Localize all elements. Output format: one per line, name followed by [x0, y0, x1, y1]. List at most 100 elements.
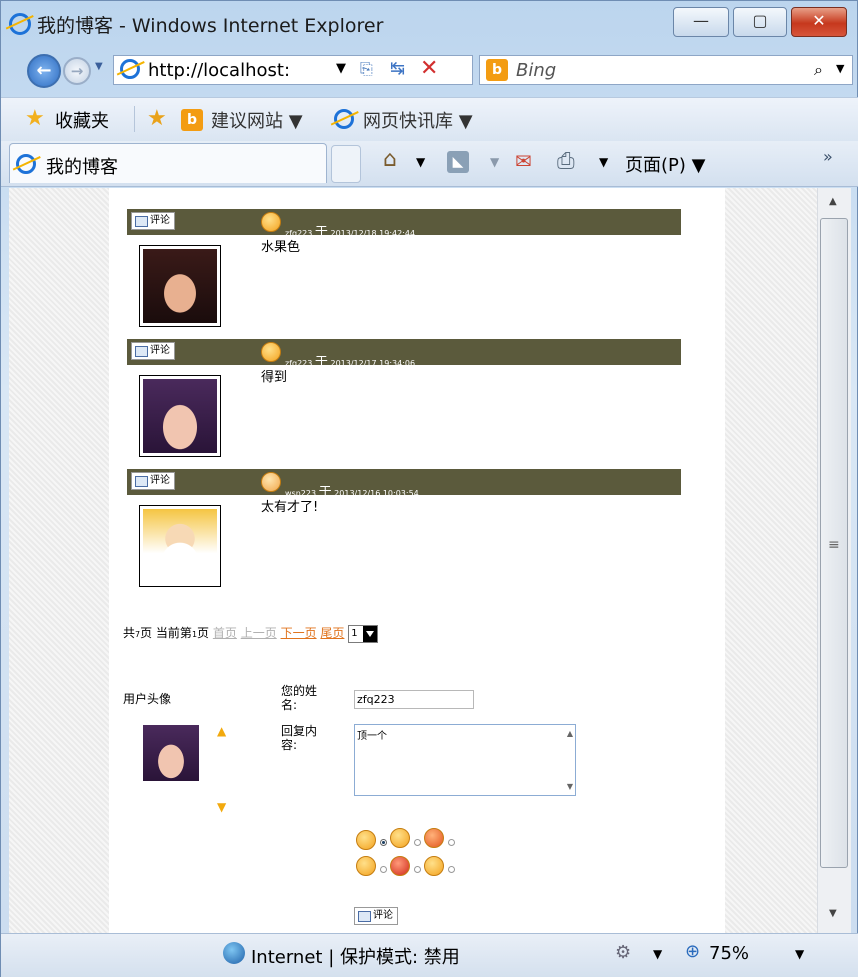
pager-prefix: 共 [123, 626, 136, 640]
more-tools-icon[interactable]: » [823, 147, 833, 166]
refresh-icon[interactable]: ↹ [390, 58, 405, 79]
content-textarea[interactable]: 顶一个 ▲ ▼ [354, 724, 576, 796]
favorites-button[interactable]: 收藏夹 [55, 107, 109, 133]
address-dropdown-icon[interactable]: ▼ [336, 61, 346, 76]
feeds-dropdown-icon[interactable]: ▼ [490, 155, 499, 169]
avatar-next-arrow-icon[interactable]: ▼ [217, 800, 226, 814]
page-select[interactable]: 1 [348, 624, 379, 643]
address-input[interactable]: http://localhost: [148, 60, 290, 81]
home-dropdown-icon[interactable]: ▼ [416, 155, 425, 169]
emoticon-radio[interactable] [414, 839, 421, 846]
stop-icon[interactable]: ✕ [420, 56, 438, 81]
comment-text: 水果色 [261, 240, 301, 255]
emoticon-option-icon[interactable] [356, 856, 376, 876]
close-button[interactable]: ✕ [791, 7, 847, 37]
favorites-star-icon: ★ [25, 106, 45, 131]
textarea-scroll-up-icon[interactable]: ▲ [567, 729, 573, 738]
zoom-level[interactable]: 75% [709, 943, 749, 964]
zoom-dropdown-icon[interactable]: ▼ [795, 947, 804, 961]
emoticon-radio[interactable] [414, 866, 421, 873]
comment-avatar [139, 245, 221, 327]
scroll-down-icon[interactable]: ▼ [829, 908, 837, 919]
compatibility-view-icon[interactable]: ⎘ [360, 59, 373, 79]
comment-avatar [139, 505, 221, 587]
pager-next-link[interactable]: 下一页 [281, 626, 317, 640]
pager-mid: 页 当前第 [140, 626, 192, 640]
vertical-scrollbar[interactable]: ▲ ≡ ▼ [817, 188, 851, 933]
pager-prev-link[interactable]: 上一页 [241, 626, 277, 640]
address-bar[interactable]: http://localhost: ▼ ⎘ ↹ ✕ [113, 55, 473, 85]
privacy-dropdown-icon[interactable]: ▼ [653, 947, 662, 961]
emoticon-radio-selected[interactable] [380, 839, 387, 846]
emoticon-option-icon[interactable] [390, 856, 410, 876]
mail-icon[interactable]: ✉ [515, 149, 532, 173]
content-label: 回复内容: [281, 724, 318, 752]
comment-yu: 于 [318, 485, 332, 500]
emoticon-option-icon[interactable] [424, 856, 444, 876]
avatar-prev-arrow-icon[interactable]: ▲ [217, 724, 226, 738]
tab-title: 我的博客 [46, 157, 118, 178]
history-dropdown-icon[interactable]: ▼ [95, 61, 103, 72]
emoticon-option-icon[interactable] [424, 828, 444, 848]
suggested-sites-button[interactable]: 建议网站 ▼ [211, 107, 303, 133]
add-favorite-icon[interactable]: ★ [147, 106, 167, 131]
divider [134, 106, 135, 132]
emoticon-icon [261, 472, 281, 492]
minimize-button[interactable]: — [673, 7, 729, 37]
emoticon-picker [354, 828, 494, 888]
comment-text: 太有才了! [261, 500, 319, 515]
selected-avatar-image [143, 725, 199, 781]
tab-active[interactable]: 我的博客 [9, 143, 327, 183]
back-button[interactable]: ← [27, 54, 61, 88]
textarea-scroll-down-icon[interactable]: ▼ [567, 782, 573, 791]
comment-reply-button[interactable]: 评论 [131, 342, 175, 360]
new-tab-button[interactable] [331, 145, 361, 183]
webslice-icon [334, 109, 354, 129]
emoticon-radio[interactable] [448, 866, 455, 873]
comment-yu: 于 [314, 225, 328, 240]
comment-meta: zfq223 于 2013/12/17 19:34:06 [285, 351, 415, 370]
back-arrow-icon: ← [36, 60, 52, 81]
webslice-gallery-button[interactable]: 网页快讯库 ▼ [363, 107, 473, 133]
emoticon-radio[interactable] [380, 866, 387, 873]
print-icon[interactable]: ⎙ [557, 149, 575, 174]
search-icon[interactable]: ⌕ [814, 60, 823, 80]
emoticon-option-icon[interactable] [356, 830, 376, 850]
zoom-icon[interactable]: ⊕ [685, 941, 700, 962]
comment-reply-button[interactable]: 评论 [131, 472, 175, 490]
feeds-icon[interactable]: ◣ [447, 151, 469, 173]
bing-icon: b [486, 59, 508, 81]
maximize-button[interactable]: ▢ [733, 7, 787, 37]
pager-last-link[interactable]: 尾页 [320, 626, 344, 640]
web-content: 评论 zfq223 于 2013/12/18 19:42:44 水果色 评论 z… [9, 188, 817, 933]
comment-author: zfq223 [285, 359, 313, 368]
grip-icon: ≡ [828, 537, 840, 553]
privacy-icon[interactable]: ⚙ [615, 942, 631, 963]
comment-yu: 于 [314, 355, 328, 370]
name-input[interactable]: zfq223 [354, 690, 474, 709]
emoticon-icon [261, 212, 281, 232]
security-zone[interactable]: Internet | 保护模式: 禁用 [251, 943, 460, 969]
ie-logo-icon [9, 13, 31, 35]
title-bar: 我的博客 - Windows Internet Explorer — ▢ ✕ [1, 1, 858, 47]
scroll-up-icon[interactable]: ▲ [829, 196, 837, 207]
home-icon[interactable]: ⌂ [383, 147, 397, 172]
emoticon-option-icon[interactable] [390, 828, 410, 848]
comment-avatar [139, 375, 221, 457]
print-dropdown-icon[interactable]: ▼ [599, 155, 608, 169]
comment-reply-button[interactable]: 评论 [131, 212, 175, 230]
forward-button[interactable]: → [63, 57, 91, 85]
pager-first-link[interactable]: 首页 [213, 626, 237, 640]
comment-time: 2013/12/16 10:03:54 [334, 489, 419, 498]
tab-bar: 我的博客 ⌂ ▼ ◣ ▼ ✉ ⎙ ▼ 页面(P) ▼ » [1, 141, 858, 187]
page-background-left [9, 188, 109, 933]
search-options-icon[interactable]: ▼ [836, 62, 844, 75]
emoticon-radio[interactable] [448, 839, 455, 846]
page-menu[interactable]: 页面(P) ▼ [625, 151, 705, 177]
globe-icon [223, 942, 245, 964]
name-label: 您的姓名: [281, 684, 318, 712]
content-textarea-value: 顶一个 [357, 731, 387, 742]
search-box[interactable]: b Bing ⌕ ▼ [479, 55, 853, 85]
submit-comment-button[interactable]: 评论 [354, 907, 398, 925]
scroll-thumb[interactable]: ≡ [820, 218, 848, 868]
